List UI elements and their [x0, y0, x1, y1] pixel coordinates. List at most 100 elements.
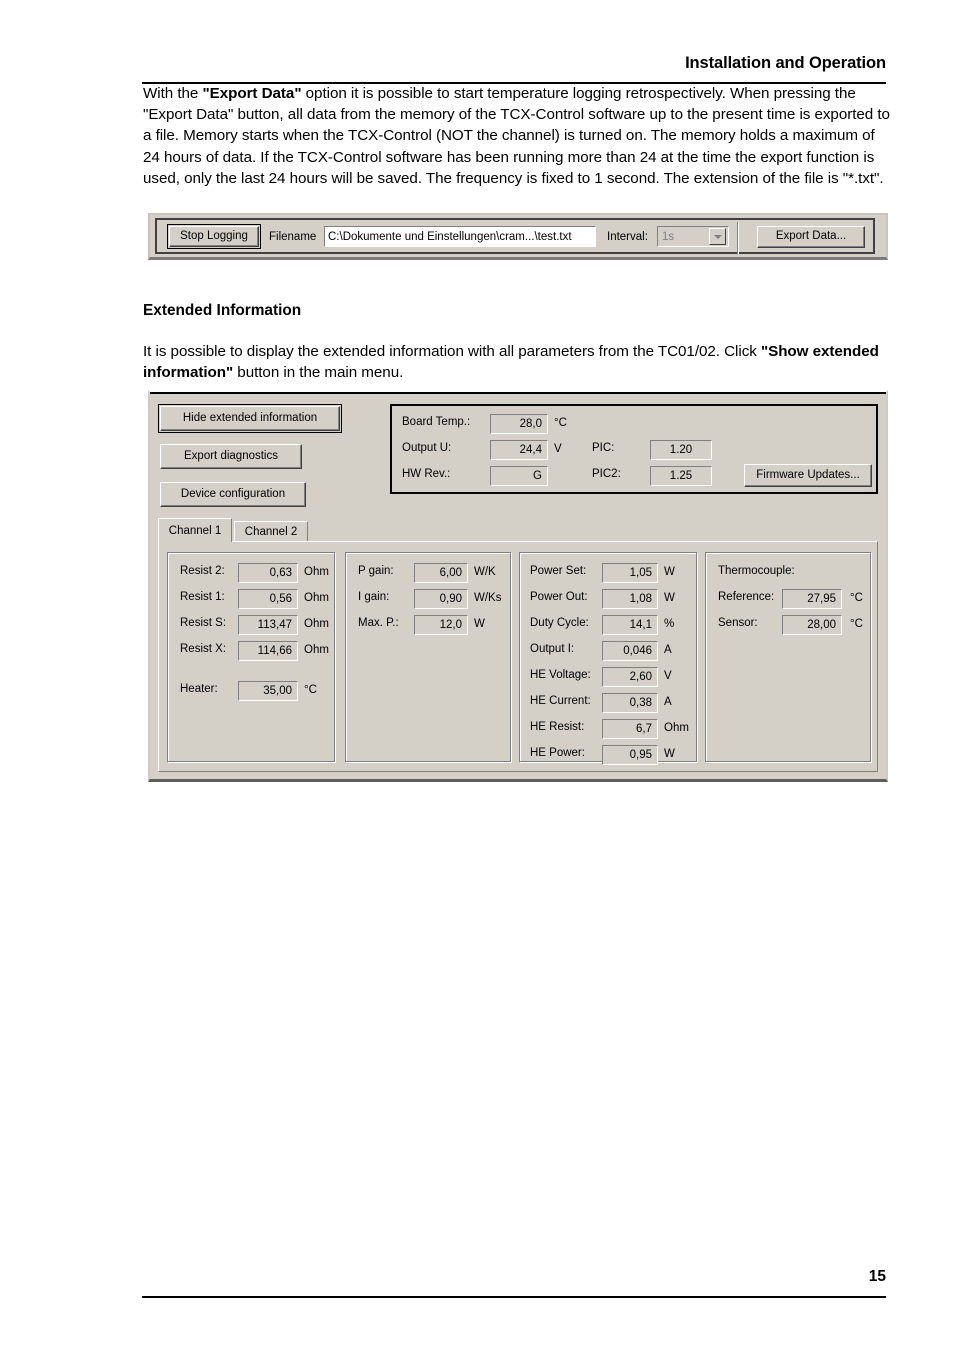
channel-1-panel: Resist 2: 0,63 Ohm Resist 1: 0,56 Ohm Re…: [158, 541, 878, 772]
reference-row: Reference: 27,95 °C: [718, 589, 868, 609]
interval-selected-value: 1s: [662, 230, 675, 243]
board-info-group: Board Temp.: 28,0 °C Output U: 24,4 V HW…: [390, 404, 878, 494]
resist-1-value: 0,56: [238, 589, 298, 609]
reference-value: 27,95: [782, 589, 842, 609]
p-gain-row: P gain: 6,00 W/K: [358, 563, 508, 583]
page-number: 15: [868, 1268, 886, 1285]
sensor-unit: °C: [850, 618, 863, 630]
page-header: Installation and Operation: [685, 54, 886, 72]
firmware-updates-button[interactable]: Firmware Updates...: [744, 464, 872, 487]
power-out-row: Power Out: 1,08 W: [530, 589, 696, 609]
p-gain-value: 6,00: [414, 563, 468, 583]
power-group: Power Set: 1,05 W Power Out: 1,08 W Duty…: [519, 552, 697, 765]
hw-rev-row: HW Rev.: G: [402, 466, 602, 486]
he-voltage-label: HE Voltage:: [530, 669, 591, 681]
power-set-unit: W: [664, 566, 675, 578]
board-temp-row: Board Temp.: 28,0 °C: [402, 414, 602, 434]
device-configuration-button[interactable]: Device configuration: [160, 482, 306, 507]
interval-select[interactable]: 1s: [657, 226, 729, 247]
output-i-value: 0,046: [602, 641, 658, 661]
he-current-label: HE Current:: [530, 695, 591, 707]
resist-1-unit: Ohm: [304, 592, 329, 604]
he-current-value: 0,38: [602, 693, 658, 713]
he-voltage-row: HE Voltage: 2,60 V: [530, 667, 696, 687]
power-out-unit: W: [664, 592, 675, 604]
he-power-unit: W: [664, 748, 675, 760]
logging-toolbar-frame: Stop Logging Filename C:\Dokumente und E…: [155, 218, 875, 254]
duty-cycle-label: Duty Cycle:: [530, 617, 589, 629]
stop-logging-button[interactable]: Stop Logging: [167, 224, 261, 249]
resist-s-value: 113,47: [238, 615, 298, 635]
output-u-value: 24,4: [490, 440, 548, 460]
panel-top-rule: [150, 392, 886, 394]
p-gain-label: P gain:: [358, 565, 394, 577]
duty-cycle-row: Duty Cycle: 14,1 %: [530, 615, 696, 635]
max-p-label: Max. P.:: [358, 617, 399, 629]
he-resist-value: 6,7: [602, 719, 658, 739]
resist-1-label: Resist 1:: [180, 591, 225, 603]
thermocouple-group: Thermocouple: Reference: 27,95 °C Sensor…: [705, 552, 871, 762]
power-set-value: 1,05: [602, 563, 658, 583]
section-heading: Extended Information: [143, 302, 302, 319]
pic2-label: PIC2:: [592, 468, 621, 480]
reference-label: Reference:: [718, 591, 775, 603]
document-page: Installation and Operation With the "Exp…: [0, 0, 954, 1350]
extended-information-screenshot: Hide extended information Export diagnos…: [148, 390, 888, 782]
i-gain-value: 0,90: [414, 589, 468, 609]
i-gain-row: I gain: 0,90 W/Ks: [358, 589, 508, 609]
output-i-row: Output I: 0,046 A: [530, 641, 696, 661]
resist-s-row: Resist S: 113,47 Ohm: [180, 615, 330, 635]
resist-x-label: Resist X:: [180, 643, 227, 655]
he-current-row: HE Current: 0,38 A: [530, 693, 696, 713]
i-gain-label: I gain:: [358, 591, 390, 603]
resist-x-row: Resist X: 114,66 Ohm: [180, 641, 330, 661]
power-set-label: Power Set:: [530, 565, 587, 577]
pic2-value: 1.25: [650, 466, 712, 486]
export-diagnostics-button[interactable]: Export diagnostics: [160, 444, 302, 469]
filename-input[interactable]: C:\Dokumente und Einstellungen\cram...\t…: [324, 226, 596, 247]
board-temp-unit: °C: [554, 417, 567, 429]
sensor-row: Sensor: 28,00 °C: [718, 615, 868, 635]
toolbar-divider: [737, 222, 739, 254]
resist-2-value: 0,63: [238, 563, 298, 583]
chevron-down-icon[interactable]: [709, 228, 726, 245]
power-out-label: Power Out:: [530, 591, 588, 603]
hw-rev-label: HW Rev.:: [402, 468, 451, 480]
duty-cycle-unit: %: [664, 618, 675, 630]
tab-channel-2[interactable]: Channel 2: [234, 521, 308, 542]
reference-unit: °C: [850, 592, 863, 604]
output-u-row: Output U: 24,4 V: [402, 440, 602, 460]
resist-x-unit: Ohm: [304, 644, 329, 656]
p-gain-unit: W/K: [474, 566, 496, 578]
sensor-value: 28,00: [782, 615, 842, 635]
extended-info-paragraph: It is possible to display the extended i…: [143, 343, 879, 382]
footer-rule: [142, 1296, 886, 1298]
power-out-value: 1,08: [602, 589, 658, 609]
heater-value: 35,00: [238, 681, 298, 701]
i-gain-unit: W/Ks: [474, 592, 502, 604]
channel-tabstrip: Channel 1 Channel 2: [158, 518, 878, 542]
pic-label: PIC:: [592, 442, 615, 454]
he-resist-unit: Ohm: [664, 722, 689, 734]
resist-2-unit: Ohm: [304, 566, 329, 578]
he-voltage-value: 2,60: [602, 667, 658, 687]
tab-channel-1[interactable]: Channel 1: [158, 518, 232, 542]
max-p-row: Max. P.: 12,0 W: [358, 615, 508, 635]
pic2-row: PIC2: 1.25: [592, 466, 752, 486]
export-data-button[interactable]: Export Data...: [757, 226, 865, 248]
sensor-label: Sensor:: [718, 617, 758, 629]
max-p-value: 12,0: [414, 615, 468, 635]
duty-cycle-value: 14,1: [602, 615, 658, 635]
hide-extended-information-button[interactable]: Hide extended information: [158, 404, 342, 433]
resist-x-value: 114,66: [238, 641, 298, 661]
output-u-label: Output U:: [402, 442, 452, 454]
logging-toolbar-screenshot: Stop Logging Filename C:\Dokumente und E…: [148, 213, 888, 260]
he-voltage-unit: V: [664, 670, 672, 682]
resist-2-label: Resist 2:: [180, 565, 225, 577]
heater-unit: °C: [304, 684, 317, 696]
resist-1-row: Resist 1: 0,56 Ohm: [180, 589, 330, 609]
he-resist-label: HE Resist:: [530, 721, 585, 733]
thermocouple-title: Thermocouple:: [718, 565, 795, 577]
pic-value: 1.20: [650, 440, 712, 460]
intro-paragraph: With the "Export Data" option it is poss…: [143, 85, 890, 187]
